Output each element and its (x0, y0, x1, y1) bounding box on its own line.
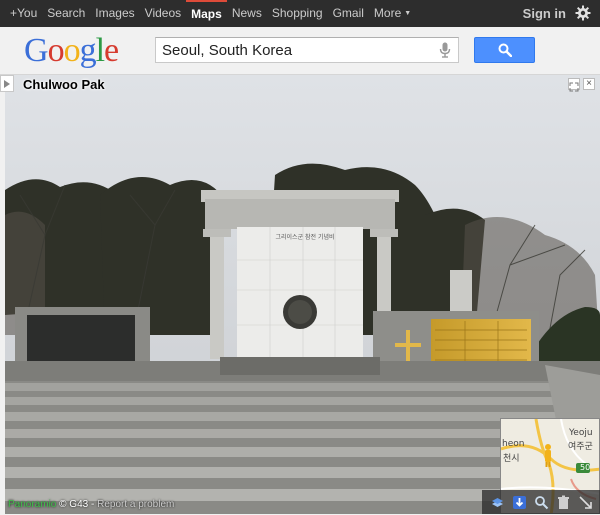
triangle-right-icon (4, 80, 10, 88)
sign-in-link[interactable]: Sign in (523, 0, 566, 27)
map-label: Yeoju (569, 428, 593, 438)
map-label: heon (502, 439, 525, 449)
nav-images[interactable]: Images (90, 0, 139, 27)
search-box (155, 37, 459, 63)
nav-news[interactable]: News (227, 0, 267, 27)
caret-down-icon: ▼ (404, 10, 412, 17)
nav-shopping[interactable]: Shopping (267, 0, 328, 27)
map-label: 50 (580, 463, 591, 472)
microphone-icon[interactable] (439, 42, 451, 58)
logo-letter: o (63, 32, 81, 69)
monument-inscription: 그리이스군 참전 기념비 (275, 234, 335, 241)
search-input[interactable] (156, 38, 426, 62)
nav-gmail[interactable]: Gmail (328, 0, 369, 27)
nav-search[interactable]: Search (42, 0, 90, 27)
attribution: Panoramio © G43 - Report a problem (8, 499, 174, 510)
google-bar-nav: +You Search Images Videos Maps News Shop… (5, 0, 416, 27)
panoramio-link[interactable]: Panoramio (8, 499, 56, 510)
attribution-separator: - (88, 499, 98, 510)
report-problem-link[interactable]: Report a problem (97, 499, 174, 510)
search-header: Google (0, 27, 600, 75)
map-label: 천시 (503, 454, 520, 464)
mini-map-toolbar (482, 490, 600, 514)
logo-letter: l (95, 32, 106, 69)
nav-you[interactable]: +You (5, 0, 42, 27)
logo-letter: o (47, 32, 65, 69)
logo-letter: G (24, 32, 49, 69)
close-streetview-button[interactable]: × (583, 78, 595, 90)
download-icon[interactable] (512, 495, 527, 510)
nav-more[interactable]: More ▼ (369, 0, 416, 27)
collapse-panel-button[interactable] (0, 75, 14, 92)
nav-maps[interactable]: Maps (186, 0, 227, 27)
nav-videos[interactable]: Videos (140, 0, 186, 27)
fullscreen-button[interactable] (568, 78, 580, 92)
logo-letter: e (104, 32, 119, 69)
gear-icon[interactable] (575, 5, 591, 21)
logo-letter: g (79, 32, 97, 69)
layers-icon[interactable] (490, 495, 505, 510)
zoom-icon[interactable] (534, 495, 549, 510)
expand-arrow-icon[interactable] (578, 495, 593, 510)
magnifier-icon (498, 43, 512, 57)
search-button[interactable] (474, 37, 535, 63)
expand-icon (569, 82, 579, 92)
trash-icon[interactable] (556, 495, 571, 510)
copyright-text: © G43 (59, 499, 89, 510)
close-icon: × (586, 78, 592, 89)
nav-more-label: More (373, 6, 402, 20)
photographer-name[interactable]: Chulwoo Pak (23, 77, 105, 92)
google-logo[interactable]: Google (24, 31, 119, 71)
map-label: 여주군 (568, 442, 593, 452)
google-bar: +You Search Images Videos Maps News Shop… (0, 0, 600, 27)
